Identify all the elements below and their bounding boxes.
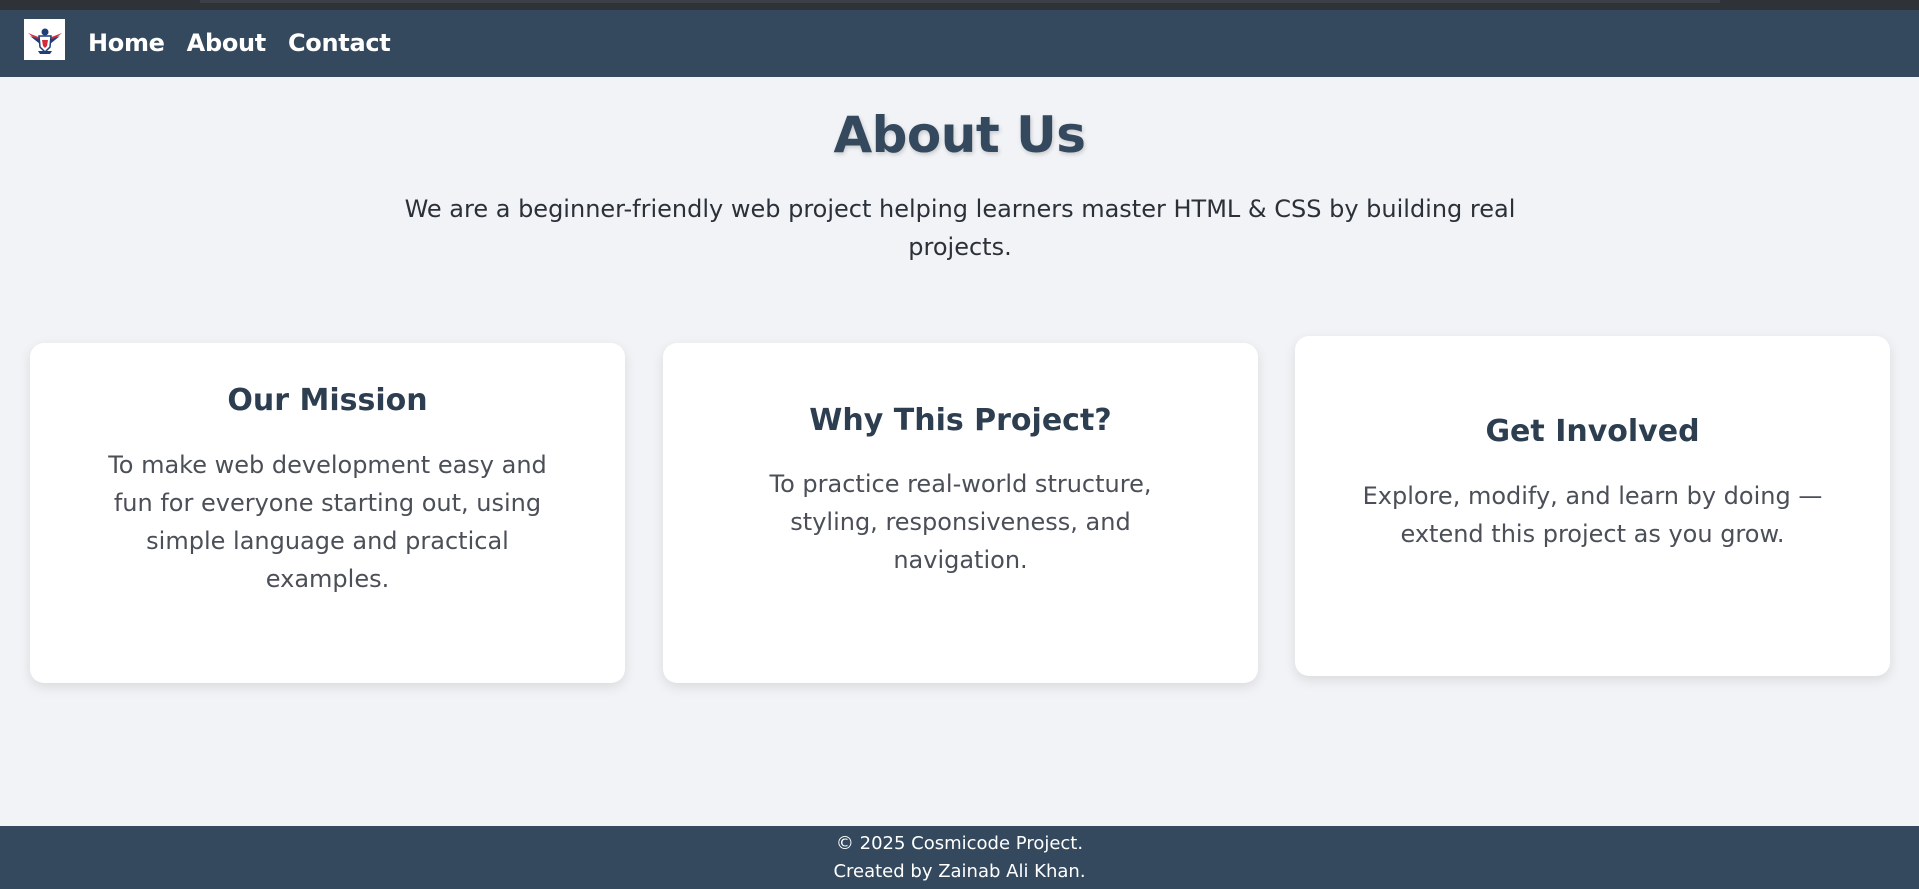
browser-scroll-strip [0, 0, 1919, 10]
main-nav: Home About Contact [88, 28, 391, 58]
card-title: Why This Project? [809, 403, 1112, 438]
nav-link-contact[interactable]: Contact [288, 28, 391, 58]
card-text: To make web development easy and fun for… [108, 451, 547, 593]
site-footer: © 2025 Cosmicode Project. Created by Zai… [0, 826, 1919, 889]
nav-link-home[interactable]: Home [88, 28, 165, 58]
card-get-involved: Get Involved Explore, modify, and learn … [1295, 336, 1890, 676]
card-why-this-project: Why This Project? To practice real-world… [663, 343, 1258, 683]
site-logo[interactable] [24, 19, 65, 60]
nav-link-about[interactable]: About [187, 28, 267, 58]
eagle-shield-logo-icon [27, 28, 62, 54]
intro-text: We are a beginner-friendly web project h… [404, 195, 1516, 261]
footer-credit: Created by Zainab Ali Khan. [833, 861, 1086, 882]
card-text: Explore, modify, and learn by doing — ex… [1362, 482, 1823, 548]
page-title: About Us [833, 106, 1086, 164]
card-title: Our Mission [227, 383, 428, 418]
top-navbar: Home About Contact [0, 0, 1919, 77]
card-text: To practice real-world structure, stylin… [769, 470, 1152, 574]
card-title: Get Involved [1485, 414, 1700, 449]
card-our-mission: Our Mission To make web development easy… [30, 343, 625, 683]
horizontal-scrollbar[interactable] [200, 0, 1720, 3]
footer-copyright: © 2025 Cosmicode Project. [835, 833, 1084, 854]
